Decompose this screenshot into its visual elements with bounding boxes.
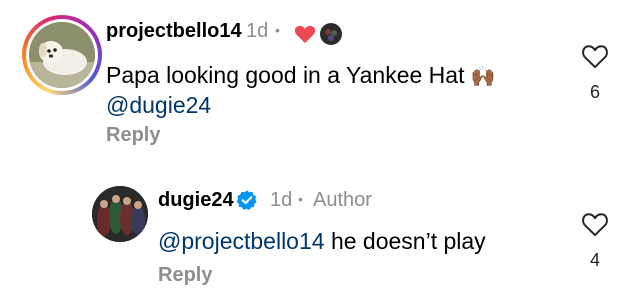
reply-mention[interactable]: @projectbello14 — [158, 228, 325, 254]
reply-reply-button[interactable]: Reply — [158, 264, 212, 287]
separator-dot: • — [298, 191, 303, 207]
reply-like-count: 4 — [589, 250, 600, 270]
band-photo — [92, 186, 148, 242]
comment-text-line: Papa looking good in a Yankee Hat 🙌🏾 — [106, 60, 566, 91]
reply-timestamp: 1d — [270, 189, 293, 211]
comment-username[interactable]: projectbello14 — [106, 20, 242, 43]
dog-photo — [29, 22, 95, 88]
reply-item: dugie24 1d • Author @projectbello14 he d… — [0, 175, 640, 303]
comment-item: projectbello14 1d • Papa looking good in… — [0, 0, 640, 160]
author-label: Author — [313, 189, 372, 211]
verified-badge-icon — [236, 189, 258, 211]
reply-text: he doesn’t play — [330, 228, 486, 254]
commenter-avatar[interactable] — [22, 15, 102, 95]
red-heart-icon — [294, 24, 316, 44]
comment-like-count: 6 — [589, 82, 600, 102]
separator-dot: • — [275, 22, 280, 38]
reply-username[interactable]: dugie24 — [158, 189, 234, 212]
comment-text: Papa looking good in a Yankee Hat — [106, 62, 465, 88]
comment-reply-button[interactable]: Reply — [106, 124, 160, 147]
reply-text-line: @projectbello14 he doesn’t play — [158, 226, 486, 256]
comment-mention[interactable]: @dugie24 — [106, 90, 211, 120]
author-mini-avatar — [320, 23, 342, 45]
heart-outline-icon[interactable] — [581, 43, 609, 69]
heart-outline-icon[interactable] — [581, 211, 609, 237]
replier-avatar[interactable] — [92, 186, 148, 242]
raised-hands-emoji: 🙌🏾 — [470, 64, 496, 88]
comment-timestamp: 1d — [246, 20, 269, 42]
